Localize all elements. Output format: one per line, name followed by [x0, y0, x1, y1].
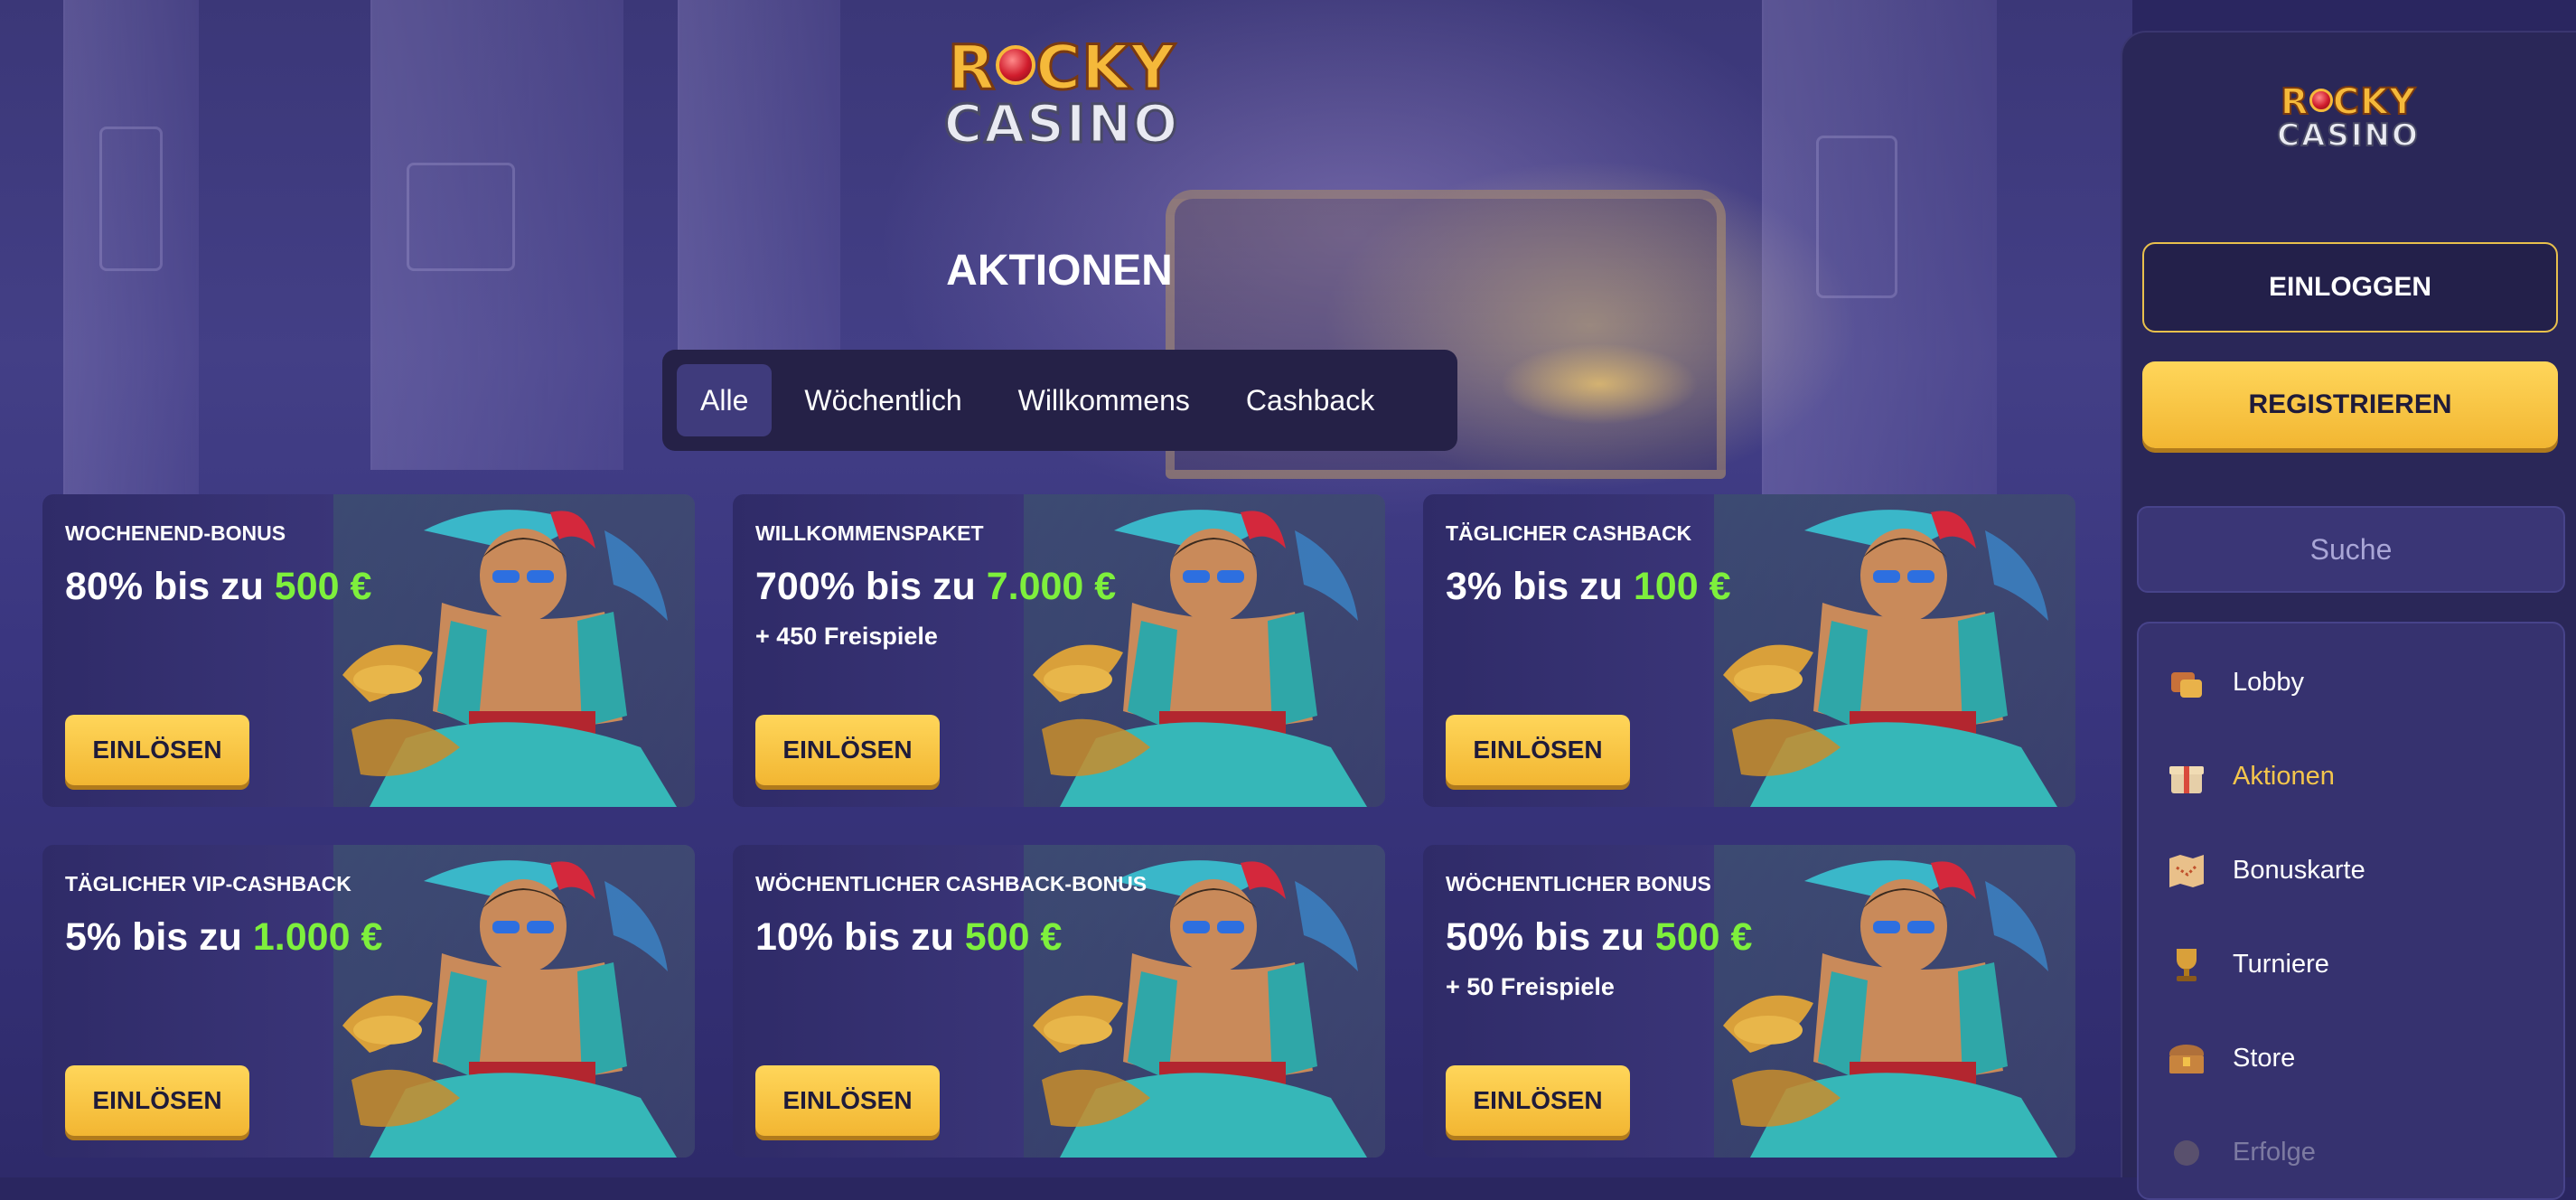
promo-card-title: WOCHENEND-BONUS — [65, 521, 286, 545]
redeem-button[interactable]: EINLÖSEN — [1446, 715, 1630, 785]
main-content: R CKY CASINO AKTIONEN Alle Wöchentlich Wi… — [0, 0, 2132, 1177]
promo-card-title: WILLKOMMENSPAKET — [755, 521, 984, 545]
offer-amount: 100 € — [1633, 565, 1731, 608]
sidebar-logo[interactable]: R CKY CASINO — [2258, 83, 2439, 154]
logo-word-bottom: CASINO — [2276, 117, 2420, 154]
redeem-button[interactable]: EINLÖSEN — [65, 1065, 249, 1136]
offer-amount: 1.000 € — [252, 915, 383, 959]
promo-card-offer: 10% bis zu 500 € — [755, 915, 1062, 960]
sidebar-item-label: Turniere — [2233, 949, 2329, 979]
offer-text: 700% bis zu — [755, 565, 987, 608]
tab-weekly[interactable]: Wöchentlich — [781, 364, 985, 436]
ruby-gem-icon — [2309, 89, 2333, 112]
rocky-casino-logo[interactable]: R CKY CASINO — [913, 36, 1211, 157]
promo-card-offer: 50% bis zu 500 € — [1446, 915, 1752, 960]
redeem-button[interactable]: EINLÖSEN — [1446, 1065, 1630, 1136]
tab-cashback[interactable]: Cashback — [1222, 364, 1398, 436]
promo-card-title: WÖCHENTLICHER CASHBACK-BONUS — [755, 872, 1147, 895]
sidebar-item-tournaments[interactable]: Turniere — [2164, 937, 2543, 991]
trophy-icon — [2164, 942, 2209, 987]
redeem-button[interactable]: EINLÖSEN — [755, 715, 940, 785]
offer-text: 80% bis zu — [65, 565, 275, 608]
sidebar-item-achievements[interactable]: Erfolge — [2164, 1125, 2543, 1179]
gold-glow-decoration — [1500, 343, 1699, 425]
logo-word-top: R CKY — [913, 36, 1211, 100]
promo-card-title: WÖCHENTLICHER BONUS — [1446, 872, 1711, 895]
ruby-gem-icon — [996, 45, 1036, 85]
promo-card-title: TÄGLICHER VIP-CASHBACK — [65, 872, 351, 895]
promo-card: TÄGLICHER VIP-CASHBACK 5% bis zu 1.000 € E… — [42, 845, 695, 1158]
promo-card-free-spins: + 50 Freispiele — [1446, 973, 1615, 1000]
sidebar-nav: Lobby Aktionen Bonuskarte Turniere Store — [2137, 622, 2565, 1200]
logo-word-bottom: CASINO — [942, 93, 1180, 155]
login-button[interactable]: EINLOGGEN — [2142, 242, 2558, 333]
page-title: AKTIONEN — [946, 247, 1173, 295]
genie-illustration — [1024, 494, 1385, 807]
redeem-button[interactable]: EINLÖSEN — [65, 715, 249, 785]
promo-card-offer: 5% bis zu 1.000 € — [65, 915, 382, 960]
offer-text: 3% bis zu — [1446, 565, 1634, 608]
promo-filter-tabs: Alle Wöchentlich Willkommens Cashback — [662, 350, 1457, 451]
genie-illustration — [1714, 845, 2075, 1158]
promo-card: WOCHENEND-BONUS 80% bis zu 500 € EINLÖSEN — [42, 494, 695, 807]
register-button[interactable]: REGISTRIEREN — [2142, 361, 2558, 448]
promo-card-offer: 700% bis zu 7.000 € — [755, 565, 1116, 609]
promo-card-title: TÄGLICHER CASHBACK — [1446, 521, 1692, 545]
offer-amount: 500 € — [274, 565, 372, 608]
promo-card-offer: 3% bis zu 100 € — [1446, 565, 1731, 609]
sidebar-item-label: Store — [2233, 1043, 2296, 1073]
search-input[interactable]: Suche — [2137, 506, 2565, 593]
tab-welcome[interactable]: Willkommens — [995, 364, 1213, 436]
sidebar-item-store[interactable]: Store — [2164, 1031, 2543, 1085]
promo-card-offer: 80% bis zu 500 € — [65, 565, 371, 609]
logo-word-top: R CKY — [2258, 83, 2439, 121]
genie-illustration — [333, 494, 695, 807]
sidebar: R CKY CASINO EINLOGGEN REGISTRIEREN Suche… — [2121, 31, 2576, 1200]
offer-amount: 7.000 € — [986, 565, 1117, 608]
sidebar-item-label: Erfolge — [2233, 1137, 2316, 1167]
offer-amount: 500 € — [964, 915, 1063, 959]
tab-all[interactable]: Alle — [677, 364, 773, 436]
sidebar-item-bonus-map[interactable]: Bonuskarte — [2164, 843, 2543, 897]
promo-card: WÖCHENTLICHER CASHBACK-BONUS 10% bis zu 5… — [733, 845, 1385, 1158]
promo-card-free-spins: + 450 Freispiele — [755, 623, 938, 650]
promo-card: WÖCHENTLICHER BONUS 50% bis zu 500 € + 50 … — [1423, 845, 2075, 1158]
offer-text: 5% bis zu — [65, 915, 253, 959]
genie-illustration — [1714, 494, 2075, 807]
sidebar-item-label: Bonuskarte — [2233, 855, 2365, 885]
sidebar-item-promotions[interactable]: Aktionen — [2164, 749, 2543, 803]
offer-text: 50% bis zu — [1446, 915, 1655, 959]
sidebar-item-label: Aktionen — [2233, 761, 2335, 791]
promo-card: WILLKOMMENSPAKET 700% bis zu 7.000 € + 450… — [733, 494, 1385, 807]
sidebar-item-lobby[interactable]: Lobby — [2164, 655, 2543, 709]
lobby-icon — [2164, 660, 2209, 705]
offer-amount: 500 € — [1654, 915, 1753, 959]
gift-icon — [2164, 754, 2209, 799]
sidebar-item-label: Lobby — [2233, 667, 2305, 697]
medal-icon — [2164, 1130, 2209, 1175]
chest-icon — [2164, 1036, 2209, 1081]
promo-card: TÄGLICHER CASHBACK 3% bis zu 100 € EINLÖSE… — [1423, 494, 2075, 807]
redeem-button[interactable]: EINLÖSEN — [755, 1065, 940, 1136]
offer-text: 10% bis zu — [755, 915, 965, 959]
map-icon — [2164, 848, 2209, 893]
